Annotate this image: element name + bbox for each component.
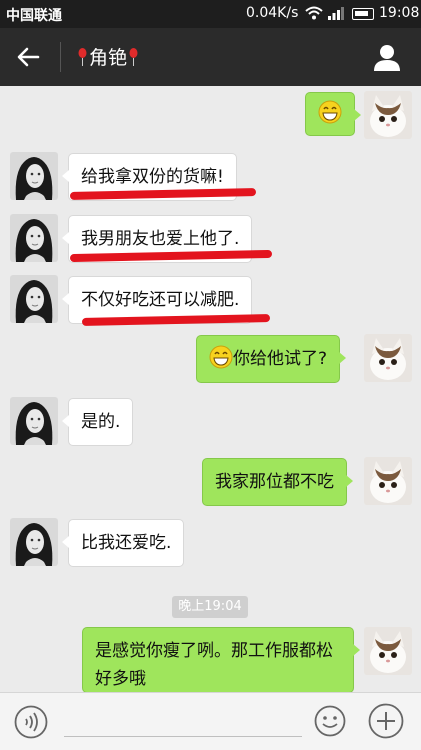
carrier-name: 中国联通 [6,8,62,24]
voice-input-icon[interactable] [14,705,48,739]
status-bar: 中国联通 0.04K/s 19:08 [0,0,421,28]
contact-profile-icon[interactable] [372,42,402,72]
contact-avatar[interactable] [10,275,58,323]
chat-title: 角铯 [78,43,138,70]
more-options-icon[interactable] [368,703,404,739]
message-bubble-out[interactable] [305,92,361,136]
grin-emoji-icon [318,100,342,124]
grin-emoji-icon [209,345,233,369]
message-list[interactable]: 给我拿双份的货嘛! 我男朋友也爱上他了. 不仅好吃还可以减肥. 你给他试了? 是… [0,86,421,693]
header-divider [60,42,61,72]
balloon-icon [78,47,87,66]
wifi-icon [305,6,323,20]
contact-avatar[interactable] [10,214,58,262]
balloon-icon [129,47,138,66]
message-timestamp: 晚上19:04 [172,596,248,618]
chat-header: 角铯 [0,28,421,86]
network-speed: 0.04K/s [246,5,299,21]
signal-icon [328,7,344,20]
my-avatar[interactable] [364,91,412,139]
message-bubble-in[interactable]: 比我还爱吃. [61,519,185,567]
contact-avatar[interactable] [10,518,58,566]
battery-icon [352,8,374,20]
input-bar [0,692,421,750]
message-text: 比我还爱吃. [81,533,172,553]
message-text: 给我拿双份的货嘛! [81,167,224,187]
contact-avatar[interactable] [10,152,58,200]
message-text: 不仅好吃还可以减肥. [81,290,240,310]
contact-name: 角铯 [89,47,128,69]
message-input[interactable] [64,705,302,737]
message-text: 是的. [81,412,121,432]
message-text: 我男朋友也爱上他了. [81,229,240,249]
contact-avatar[interactable] [10,397,58,445]
my-avatar[interactable] [364,334,412,382]
my-avatar[interactable] [364,457,412,505]
emoji-picker-icon[interactable] [314,705,346,737]
message-bubble-in[interactable]: 是的. [61,398,134,446]
message-text: 我家那位都不吃 [215,472,334,492]
message-bubble-out[interactable]: 你给他试了? [196,335,347,383]
my-avatar[interactable] [364,627,412,675]
message-bubble-out[interactable]: 是感觉你瘦了咧。那工作服都松好多哦 [82,627,360,693]
message-text: 你给他试了? [233,349,328,369]
message-text: 是感觉你瘦了咧。那工作服都松好多哦 [95,641,333,689]
clock: 19:08 [379,5,420,21]
message-bubble-out[interactable]: 我家那位都不吃 [202,458,353,506]
back-arrow-icon[interactable] [14,43,42,71]
